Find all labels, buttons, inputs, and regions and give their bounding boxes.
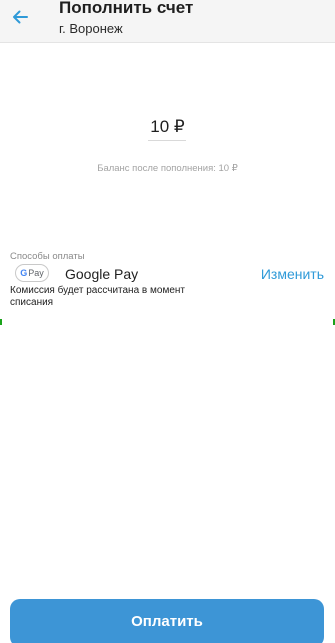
change-payment-method-link[interactable]: Изменить [261,266,324,282]
pay-button[interactable]: Оплатить [10,599,324,643]
top-up-screen: Пополнить счет г. Воронеж 10 ₽ Баланс по… [0,0,335,643]
payment-method-name: Google Pay [65,266,139,282]
gpay-badge-g: G [20,268,28,278]
back-button[interactable] [9,6,31,28]
page-title: Пополнить счет [59,0,194,17]
left-edge-marker [0,319,2,325]
header: Пополнить счет г. Воронеж [0,0,335,43]
amount-field[interactable]: 10 ₽ [0,117,335,137]
arrow-left-icon [13,10,28,24]
gpay-badge-pay: Pay [28,268,44,278]
payment-methods-label: Способы оплаты [10,251,85,262]
city-subtitle: г. Воронеж [59,21,123,36]
google-pay-logo-icon: G Pay [15,264,49,282]
commission-note: Комиссия будет рассчитана в момент списа… [10,285,185,308]
balance-after-topup-text: Баланс после пополнения: 10 ₽ [97,163,238,174]
amount-underline [148,140,186,141]
